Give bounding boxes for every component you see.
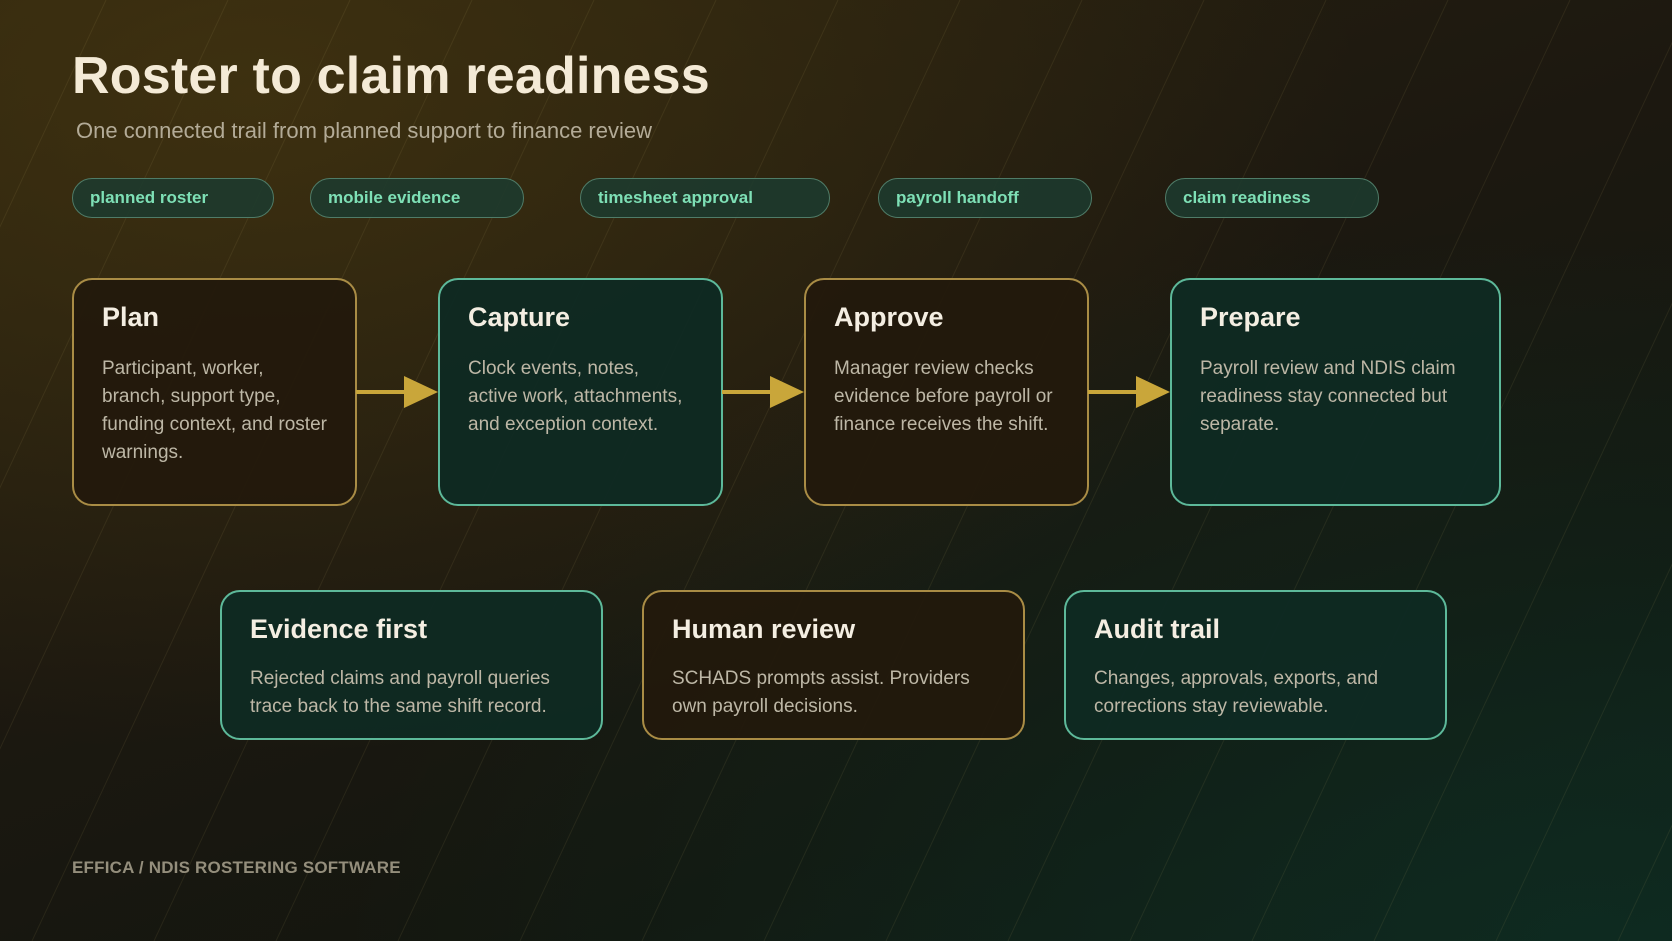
principle-card-human-review: Human review SCHADS prompts assist. Prov… — [642, 590, 1025, 740]
flow-card-body: Clock events, notes, active work, attach… — [468, 358, 683, 435]
flow-card-title: Capture — [468, 302, 571, 332]
page-subtitle: One connected trail from planned support… — [76, 118, 652, 143]
flow-arrow-plan-to-capture — [356, 376, 438, 408]
background-line — [1495, 563, 1672, 941]
principle-card-title: Evidence first — [250, 614, 428, 644]
principle-card-body: Changes, approvals, exports, and correct… — [1094, 668, 1379, 717]
flow-card-body: Payroll review and NDIS claim readiness … — [1200, 358, 1456, 435]
flow-arrow-approve-to-prepare — [1088, 376, 1170, 408]
flow-card-body: Participant, worker, branch, support typ… — [102, 358, 327, 463]
flow-card-title: Prepare — [1200, 302, 1301, 332]
footer-brand: EFFICA / NDIS ROSTERING SOFTWARE — [72, 858, 401, 877]
flow-card-capture: Capture Clock events, notes, active work… — [438, 278, 723, 506]
flow-card-title: Plan — [102, 302, 160, 332]
stage-chip-claim-readiness: claim readiness — [1165, 178, 1379, 218]
flow-card-title: Approve — [834, 302, 944, 332]
flow-card-plan: Plan Participant, worker, branch, suppor… — [72, 278, 357, 506]
principle-card-body: Rejected claims and payroll queries trac… — [250, 668, 550, 717]
principle-card-evidence-first: Evidence first Rejected claims and payro… — [220, 590, 603, 740]
principle-card-title: Audit trail — [1094, 614, 1220, 644]
principle-card-title: Human review — [672, 614, 856, 644]
principle-card-audit-trail: Audit trail Changes, approvals, exports,… — [1064, 590, 1447, 740]
flow-card-body: Manager review checks evidence before pa… — [834, 358, 1053, 435]
principle-card-body: SCHADS prompts assist. Providers own pay… — [672, 668, 970, 717]
flow-arrow-capture-to-approve — [722, 376, 804, 408]
background-line — [1617, 824, 1672, 941]
flow-card-prepare: Prepare Payroll review and NDIS claim re… — [1170, 278, 1501, 506]
stage-chip-mobile-evidence: mobile evidence — [310, 178, 524, 218]
stage-chip-payroll-handoff: payroll handoff — [878, 178, 1092, 218]
page-title: Roster to claim readiness — [72, 47, 710, 105]
stage-chip-timesheet-approval: timesheet approval — [580, 178, 830, 218]
flow-card-approve: Approve Manager review checks evidence b… — [804, 278, 1089, 506]
stage-chip-planned-roster: planned roster — [72, 178, 274, 218]
